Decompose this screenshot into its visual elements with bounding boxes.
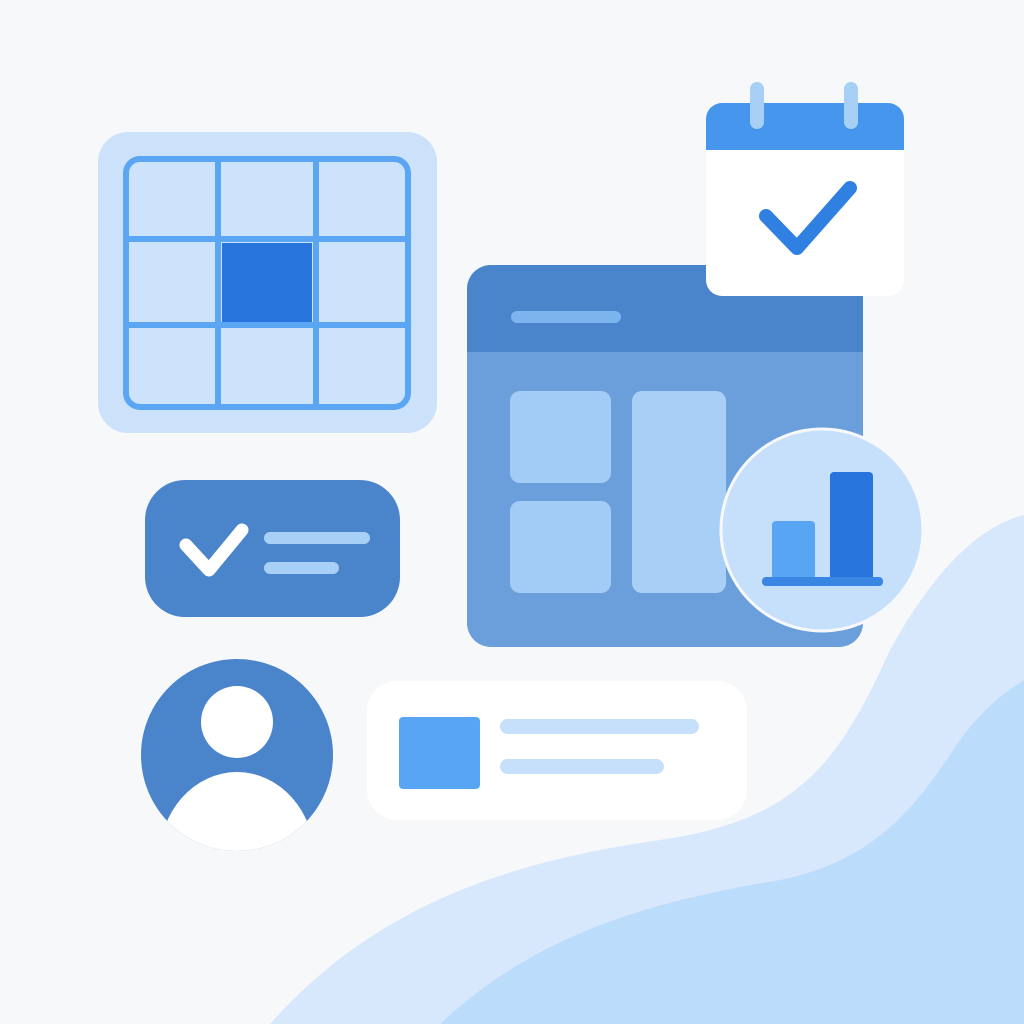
window-title-bar-placeholder [511, 311, 621, 323]
user-avatar-icon [141, 659, 333, 851]
grid-selection-icon [98, 132, 437, 433]
checklist-pill-icon [145, 480, 400, 617]
chart-bar [830, 472, 873, 580]
calendar-check-icon [706, 82, 904, 296]
tile [510, 391, 611, 483]
selected-cell [222, 243, 312, 322]
tile [632, 391, 726, 593]
illustration-canvas [98, 82, 1024, 1024]
chart-baseline [762, 577, 883, 586]
tile [510, 501, 611, 593]
bar-chart-icon [719, 427, 925, 633]
chart-bar [772, 521, 815, 580]
list-card-icon [367, 681, 747, 820]
